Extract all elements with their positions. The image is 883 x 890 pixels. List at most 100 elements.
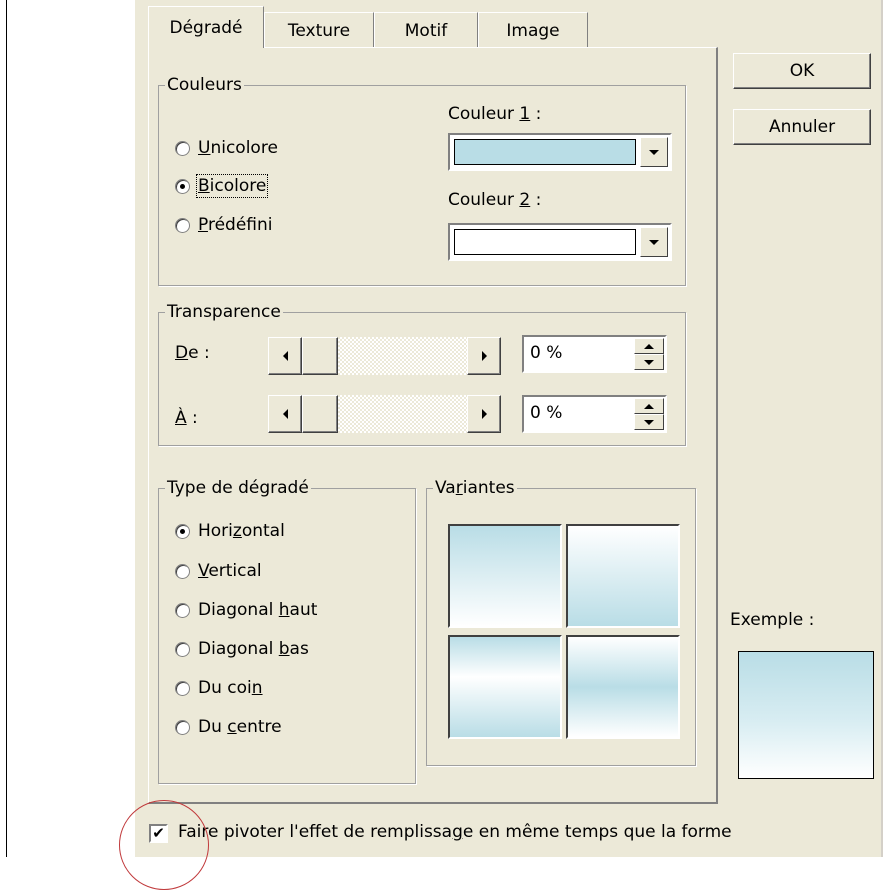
- from-transparency-value[interactable]: 0 %: [530, 343, 562, 363]
- to-transparency-slider[interactable]: [268, 395, 501, 433]
- radio-circle: [175, 563, 190, 579]
- variant-tile-3[interactable]: [448, 635, 562, 739]
- arrow-right-icon[interactable]: [467, 395, 501, 433]
- tab-pattern[interactable]: Motif: [374, 12, 478, 48]
- radio-diagonal-up-label: Diagonal haut: [198, 600, 317, 620]
- cancel-button-label: Annuler: [768, 117, 836, 137]
- rotate-fill-label: Faire pivoter l'effet de remplissage en …: [178, 822, 732, 842]
- spin-down-icon[interactable]: [634, 414, 664, 430]
- from-transparency-spinner[interactable]: 0 %: [522, 335, 667, 373]
- radio-circle: [175, 641, 190, 657]
- radio-circle: [175, 217, 190, 233]
- label-text: Faire pivoter l'effet de remplissa: [178, 822, 453, 842]
- mnemonic: r: [455, 478, 463, 498]
- label-text: Couleur: [448, 104, 520, 124]
- label-text: entre: [236, 717, 282, 737]
- color1-dropdown[interactable]: [448, 133, 672, 171]
- color1-swatch: [454, 139, 636, 165]
- tab-pattern-label: Motif: [404, 20, 448, 41]
- label-text: Diagonal: [198, 600, 279, 620]
- radio-from-center-label: Du centre: [198, 717, 282, 737]
- annotation-circle: [119, 800, 209, 890]
- mnemonic: D: [175, 343, 189, 363]
- radio-horizontal-label: Horizontal: [198, 521, 285, 541]
- tab-gradient-label: Dégradé: [169, 17, 243, 38]
- to-transparency-value[interactable]: 0 %: [530, 403, 562, 423]
- label-text: e :: [188, 343, 210, 363]
- mnemonic: h: [278, 600, 290, 620]
- spin-up-icon[interactable]: [634, 398, 664, 414]
- label-text: Du coi: [198, 678, 252, 698]
- mnemonic: n: [251, 678, 263, 698]
- radio-diagonal-down[interactable]: Diagonal bas: [175, 637, 309, 661]
- label-text: Du: [198, 717, 228, 737]
- spin-down-icon[interactable]: [634, 354, 664, 370]
- mnemonic: V: [198, 561, 209, 581]
- label-text: :: [186, 408, 198, 428]
- radio-two-colors[interactable]: Bicolore: [175, 174, 269, 198]
- variant-tile-1[interactable]: [448, 524, 562, 628]
- slider-thumb[interactable]: [302, 395, 338, 433]
- label-text: e en même temps que la forme: [462, 822, 732, 842]
- tab-gradient[interactable]: Dégradé: [148, 6, 264, 48]
- label-text: ertical: [208, 561, 262, 581]
- color2-swatch: [454, 229, 636, 255]
- colors-group-legend: Couleurs: [165, 74, 244, 96]
- label-text: Diagonal: [198, 639, 279, 659]
- example-preview: [738, 651, 874, 779]
- label-rest: nicolore: [210, 138, 278, 158]
- radio-diagonal-down-label: Diagonal bas: [198, 639, 309, 659]
- label-text: :: [530, 104, 542, 124]
- radio-circle: [175, 140, 190, 156]
- transparency-group-legend: Transparence: [165, 301, 283, 323]
- radio-horizontal[interactable]: Horizontal: [175, 519, 285, 543]
- color1-label: Couleur 1 :: [448, 104, 541, 124]
- variants-group-legend: Variantes: [433, 477, 517, 499]
- label-text: aut: [289, 600, 318, 620]
- tab-image-label: Image: [506, 20, 560, 41]
- radio-from-corner-label: Du coin: [198, 678, 263, 698]
- tab-image[interactable]: Image: [478, 12, 588, 48]
- chevron-down-icon[interactable]: [640, 137, 668, 167]
- label-text: Va: [435, 478, 456, 498]
- mnemonic: 2: [519, 190, 531, 210]
- label-rest: icolore: [209, 176, 267, 196]
- mnemonic: 1: [519, 104, 531, 124]
- label-text: ontal: [241, 521, 285, 541]
- arrow-left-icon[interactable]: [268, 395, 302, 433]
- radio-diagonal-up[interactable]: Diagonal haut: [175, 598, 317, 622]
- variant-tile-4[interactable]: [566, 635, 680, 739]
- radio-circle: [175, 680, 190, 696]
- ok-button[interactable]: OK: [733, 53, 871, 89]
- radio-from-corner[interactable]: Du coin: [175, 676, 263, 700]
- from-transparency-slider[interactable]: [268, 337, 501, 375]
- tab-texture-label: Texture: [287, 20, 351, 41]
- radio-vertical[interactable]: Vertical: [175, 559, 262, 583]
- label-text: as: [289, 639, 309, 659]
- label-text: iantes: [462, 478, 515, 498]
- arrow-right-icon[interactable]: [467, 337, 501, 375]
- radio-from-center[interactable]: Du centre: [175, 715, 282, 739]
- radio-single-color[interactable]: Unicolore: [175, 136, 278, 160]
- label-rest: rédéfini: [207, 215, 273, 235]
- label-text: :: [530, 190, 542, 210]
- radio-preset-label: Prédéfini: [198, 215, 272, 235]
- radio-vertical-label: Vertical: [198, 561, 262, 581]
- cancel-button[interactable]: Annuler: [733, 109, 871, 145]
- chevron-down-icon[interactable]: [640, 227, 668, 257]
- mnemonic: B: [198, 176, 210, 196]
- variant-tile-2[interactable]: [566, 524, 680, 628]
- spin-up-icon[interactable]: [634, 338, 664, 354]
- mnemonic: c: [227, 717, 237, 737]
- slider-thumb[interactable]: [302, 337, 338, 375]
- mnemonic: P: [198, 215, 208, 235]
- radio-circle-selected: [175, 523, 190, 539]
- radio-circle-selected: [175, 178, 190, 194]
- to-transparency-spinner[interactable]: 0 %: [522, 395, 667, 433]
- radio-preset[interactable]: Prédéfini: [175, 213, 272, 237]
- mnemonic: À: [175, 408, 187, 428]
- mnemonic: g: [452, 822, 463, 842]
- tab-texture[interactable]: Texture: [264, 12, 374, 48]
- arrow-left-icon[interactable]: [268, 337, 302, 375]
- color2-dropdown[interactable]: [448, 223, 672, 261]
